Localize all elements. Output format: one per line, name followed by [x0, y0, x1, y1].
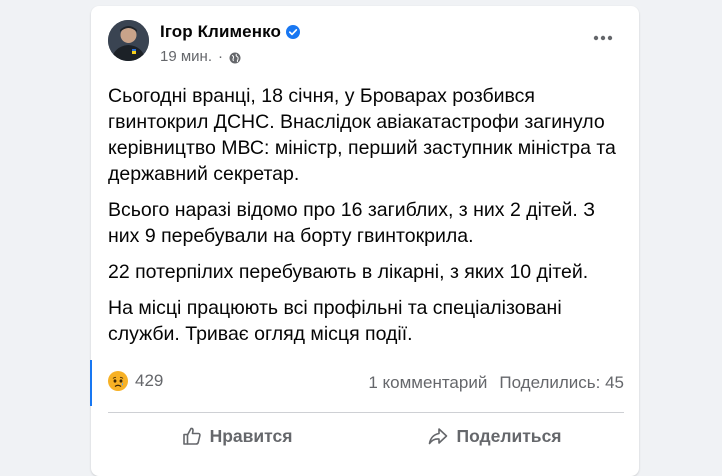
focus-indicator — [90, 360, 92, 406]
post-card: Ігор Клименко 19 мин. · Сьогодні вранці,… — [91, 6, 639, 476]
more-dots-icon — [593, 35, 613, 41]
author-name[interactable]: Ігор Клименко — [160, 22, 281, 42]
stats-right: 1 комментарий Поделились: 45 — [368, 373, 624, 393]
like-button[interactable]: Нравится — [108, 416, 366, 456]
post-text: Сьогодні вранці, 18 січня, у Броварах ро… — [108, 83, 628, 357]
reactions-summary[interactable]: 429 — [108, 371, 163, 391]
more-options-button[interactable] — [590, 28, 616, 48]
post-timestamp[interactable]: 19 мин. — [160, 48, 212, 65]
shares-count[interactable]: Поделились: 45 — [499, 373, 624, 393]
verified-badge-icon — [285, 25, 300, 39]
post-meta: 19 мин. · — [160, 48, 241, 65]
post-paragraph-1: Сьогодні вранці, 18 січня, у Броварах ро… — [108, 85, 616, 185]
post-actions: Нравится Поделиться — [108, 416, 624, 456]
share-arrow-icon — [429, 428, 448, 445]
author-row: Ігор Клименко — [160, 21, 300, 43]
author-avatar[interactable] — [108, 20, 149, 61]
globe-icon — [229, 51, 241, 63]
reaction-count: 429 — [135, 371, 164, 390]
share-label: Поделиться — [456, 425, 562, 446]
post-paragraph-4: На місці працюють всі профільні та спеці… — [108, 297, 562, 345]
post-paragraph-3: 22 потерпілих перебувають в лікарні, з я… — [108, 261, 589, 283]
thumbs-up-icon — [182, 427, 201, 445]
post-paragraph-2: Всього наразі відомо про 16 загиблих, з … — [108, 199, 596, 247]
actions-divider — [108, 412, 624, 413]
post-stats: 429 1 комментарий Поделились: 45 — [108, 369, 624, 395]
post-header: Ігор Клименко 19 мин. · — [108, 18, 622, 68]
share-button[interactable]: Поделиться — [366, 416, 624, 456]
comments-count[interactable]: 1 комментарий — [368, 373, 487, 393]
sad-face-icon — [108, 371, 128, 391]
like-label: Нравится — [209, 425, 293, 446]
meta-separator: · — [218, 48, 223, 65]
